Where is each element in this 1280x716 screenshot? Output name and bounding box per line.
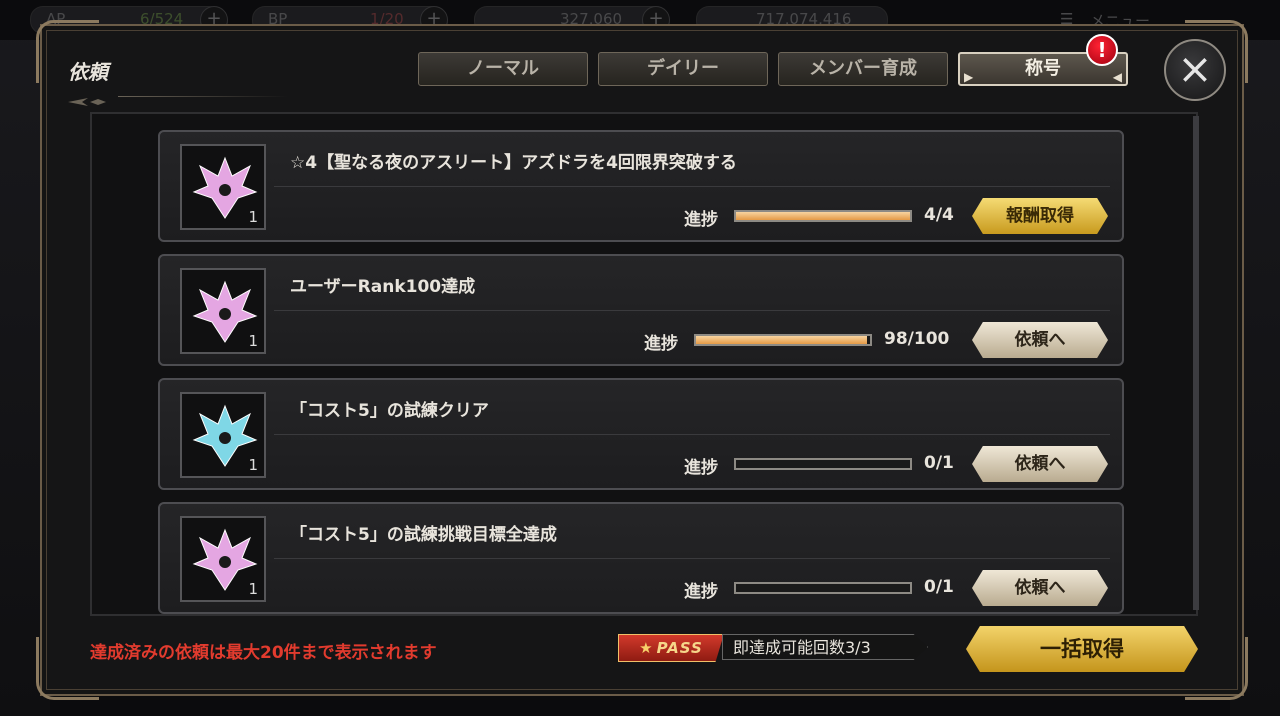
- quest-modal: 依頼 ノーマル デイリー メンバー育成 ▶ 称号 ◀ ! × 1 ☆4【聖なる夜…: [36, 20, 1248, 700]
- progress-fill: [736, 212, 910, 220]
- go-to-quest-button[interactable]: 依頼へ: [972, 322, 1108, 358]
- tab-daily[interactable]: デイリー: [598, 52, 768, 86]
- quest-divider: [274, 310, 1110, 311]
- progress-bar: [734, 458, 912, 470]
- go-to-quest-button[interactable]: 依頼へ: [972, 446, 1108, 482]
- quest-item: 1 ☆4【聖なる夜のアスリート】アズドラを4回限界突破する 進捗 4/4 報酬取…: [158, 130, 1124, 242]
- go-to-quest-button[interactable]: 依頼へ: [972, 570, 1108, 606]
- progress-count: 0/1: [924, 453, 954, 473]
- quest-title: ☆4【聖なる夜のアスリート】アズドラを4回限界突破する: [290, 153, 737, 173]
- reward-quantity: 1: [248, 208, 258, 226]
- quest-divider: [274, 434, 1110, 435]
- pass-label: PASS: [656, 639, 703, 657]
- progress-count: 4/4: [924, 205, 954, 225]
- title-divider: [118, 96, 288, 97]
- quest-reward-icon: 1: [180, 392, 266, 478]
- scroll-thumb[interactable]: [1193, 116, 1199, 610]
- progress-label: 進捗: [684, 210, 718, 230]
- progress-bar: [694, 334, 872, 346]
- progress-fill: [696, 336, 867, 344]
- quest-item: 1 「コスト5」の試練挑戦目標全達成 進捗 0/1 依頼へ: [158, 502, 1124, 614]
- quest-item: 1 「コスト5」の試練クリア 進捗 0/1 依頼へ: [158, 378, 1124, 490]
- quest-list[interactable]: 1 ☆4【聖なる夜のアスリート】アズドラを4回限界突破する 進捗 4/4 報酬取…: [90, 112, 1198, 616]
- alert-badge-icon: !: [1086, 34, 1118, 66]
- pass-badge: ★ PASS: [618, 634, 724, 662]
- progress-label: 進捗: [684, 582, 718, 602]
- progress-count: 98/100: [884, 329, 950, 349]
- reward-quantity: 1: [248, 332, 258, 350]
- reward-quantity: 1: [248, 580, 258, 598]
- quest-title: 「コスト5」の試練挑戦目標全達成: [290, 525, 557, 545]
- tab-title-label: 称号: [1025, 58, 1061, 79]
- progress-count: 0/1: [924, 577, 954, 597]
- quest-divider: [274, 558, 1110, 559]
- scrollbar[interactable]: [1193, 116, 1199, 610]
- quest-reward-icon: 1: [180, 268, 266, 354]
- tab-left-arrow-icon: ▶: [964, 70, 974, 84]
- quest-title: ユーザーRank100達成: [290, 277, 476, 297]
- title-ornament: [68, 92, 288, 106]
- instant-complete-counter: 即達成可能回数3/3: [722, 634, 928, 660]
- progress-bar: [734, 582, 912, 594]
- modal-title: 依頼: [68, 60, 108, 84]
- ornament-icon: [68, 98, 106, 106]
- star-icon: ★: [639, 639, 654, 657]
- claim-all-button[interactable]: 一括取得: [966, 626, 1198, 672]
- claim-reward-button[interactable]: 報酬取得: [972, 198, 1108, 234]
- quest-reward-icon: 1: [180, 516, 266, 602]
- progress-label: 進捗: [684, 458, 718, 478]
- quest-title: 「コスト5」の試練クリア: [290, 401, 489, 421]
- progress-label: 進捗: [644, 334, 678, 354]
- quest-reward-icon: 1: [180, 144, 266, 230]
- tab-right-arrow-icon: ◀: [1112, 70, 1122, 84]
- reward-quantity: 1: [248, 456, 258, 474]
- display-limit-note: 達成済みの依頼は最大20件まで表示されます: [90, 643, 437, 663]
- quest-item: 1 ユーザーRank100達成 進捗 98/100 依頼へ: [158, 254, 1124, 366]
- progress-bar: [734, 210, 912, 222]
- close-button[interactable]: ×: [1164, 39, 1226, 101]
- quest-divider: [274, 186, 1110, 187]
- tab-member-training[interactable]: メンバー育成: [778, 52, 948, 86]
- tab-normal[interactable]: ノーマル: [418, 52, 588, 86]
